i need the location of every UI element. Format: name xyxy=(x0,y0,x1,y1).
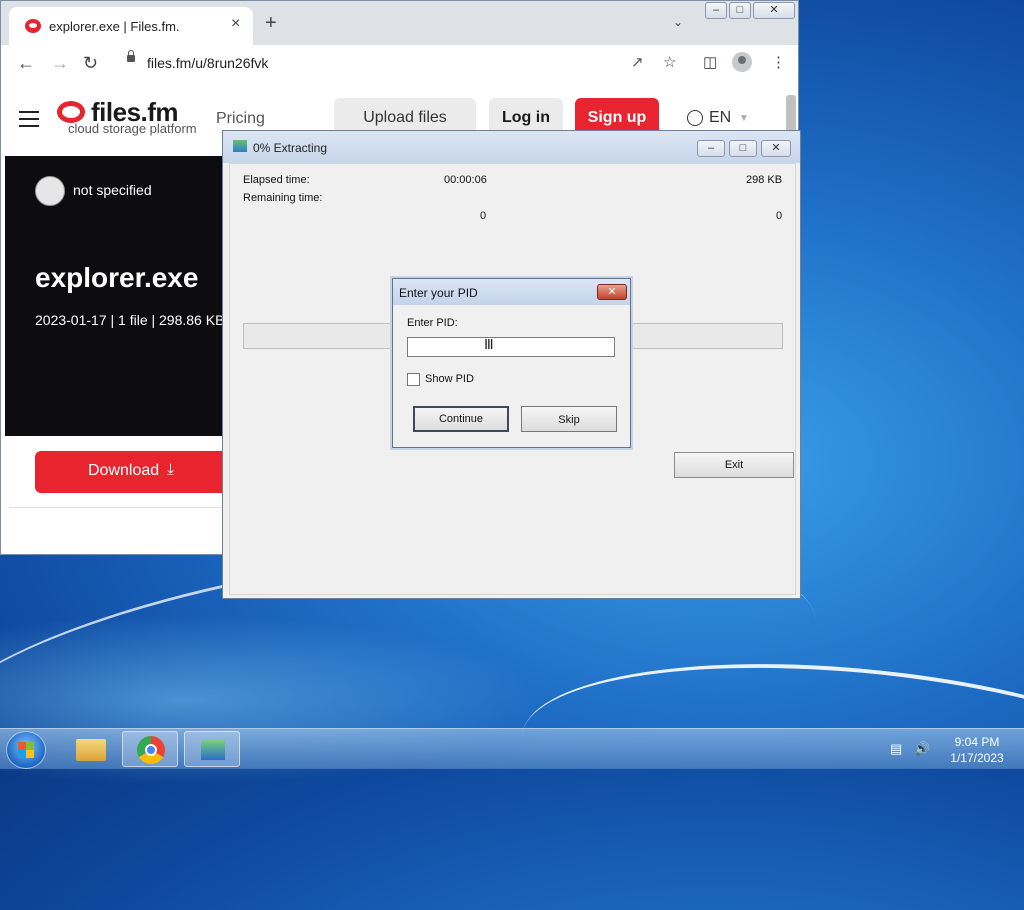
volume-icon[interactable]: 🔊 xyxy=(914,741,930,757)
address-bar[interactable]: files.fm/u/8run26fvk ↗ xyxy=(113,49,661,77)
elapsed-value: 00:00:06 xyxy=(444,174,487,186)
close-button[interactable]: ✕ xyxy=(753,2,795,19)
chrome-icon xyxy=(137,736,165,764)
profile-avatar-icon[interactable] xyxy=(732,52,752,72)
language-selector[interactable]: EN xyxy=(709,109,731,127)
side-panel-icon[interactable]: ◫ xyxy=(703,53,717,71)
tab-strip: explorer.exe | Files.fm. × + ⌄ – □ ✕ xyxy=(1,1,798,45)
file-hero-panel: not specified explorer.exe 2023-01-17 | … xyxy=(5,156,225,436)
download-label: Download xyxy=(88,462,160,479)
back-arrow-icon[interactable]: ← xyxy=(17,53,35,74)
start-button[interactable] xyxy=(6,731,46,769)
show-pid-checkbox[interactable] xyxy=(407,373,420,386)
owner-name: not specified xyxy=(73,182,152,198)
divider xyxy=(9,507,229,508)
close-icon[interactable]: ✕ xyxy=(597,284,627,300)
taskbar-explorer[interactable] xyxy=(62,731,118,767)
installer-icon xyxy=(233,140,247,152)
globe-icon[interactable] xyxy=(687,110,703,126)
installer-icon xyxy=(201,740,225,760)
bookmark-star-icon[interactable]: ☆ xyxy=(663,53,676,71)
reload-icon[interactable]: ↻ xyxy=(83,53,98,74)
count-right: 0 xyxy=(776,210,783,222)
download-button[interactable]: Download ⤓ xyxy=(35,451,235,493)
maximize-button[interactable]: □ xyxy=(729,2,751,19)
chevron-down-icon[interactable]: ▼ xyxy=(739,113,749,124)
forward-arrow-icon[interactable]: → xyxy=(51,53,69,74)
extracting-title: 0% Extracting xyxy=(253,141,328,155)
browser-toolbar: ← → ↻ files.fm/u/8run26fvk ↗ ☆ ◫ ⋮ xyxy=(1,45,798,82)
tab-close-icon[interactable]: × xyxy=(231,15,240,33)
close-button[interactable]: ✕ xyxy=(761,140,791,157)
minimize-button[interactable]: – xyxy=(705,2,727,19)
minimize-button[interactable]: – xyxy=(697,140,725,157)
exit-button[interactable]: Exit xyxy=(674,452,794,478)
size-value: 298 KB xyxy=(746,174,783,186)
continue-button[interactable]: Continue xyxy=(413,406,509,432)
file-meta: 2023-01-17 | 1 file | 298.86 KB xyxy=(35,312,225,328)
pid-field-label: Enter PID: xyxy=(407,317,458,329)
windows-logo-icon xyxy=(18,742,34,758)
share-icon[interactable]: ↗ xyxy=(631,53,644,71)
clock-date: 1/17/2023 xyxy=(950,751,1004,765)
page-scrollbar[interactable] xyxy=(786,95,796,135)
file-name: explorer.exe xyxy=(35,262,199,293)
skip-button[interactable]: Skip xyxy=(521,406,617,432)
url-text: files.fm/u/8run26fvk xyxy=(147,55,269,71)
pricing-link[interactable]: Pricing xyxy=(216,110,265,128)
taskbar-installer[interactable] xyxy=(184,731,240,767)
maximize-button[interactable]: □ xyxy=(729,140,757,157)
browser-tab[interactable]: explorer.exe | Files.fm. × xyxy=(9,7,253,45)
logo-tagline: cloud storage platform xyxy=(68,121,197,136)
filesfm-logo-icon[interactable] xyxy=(57,101,85,123)
tab-title: explorer.exe | Files.fm. xyxy=(49,19,180,34)
taskbar-chrome[interactable] xyxy=(122,731,178,767)
lock-icon xyxy=(127,50,135,62)
pid-dialog: Enter your PID ✕ Enter PID: Ⅲ Show PID C… xyxy=(392,278,631,448)
clock-time: 9:04 PM xyxy=(954,735,1000,749)
text-cursor-icon: Ⅲ xyxy=(484,336,494,352)
remaining-label: Remaining time: xyxy=(243,192,323,204)
taskbar: ▤ 🔊 9:04 PM 1/17/2023 xyxy=(0,728,1024,769)
show-pid-label[interactable]: Show PID xyxy=(425,373,474,385)
hamburger-menu-icon[interactable] xyxy=(19,111,39,132)
pid-dialog-titlebar[interactable]: Enter your PID ✕ xyxy=(393,279,630,305)
pid-dialog-title: Enter your PID xyxy=(399,286,478,300)
extracting-titlebar[interactable]: 0% Extracting – □ ✕ xyxy=(223,131,800,163)
owner-avatar xyxy=(35,176,65,206)
menu-kebab-icon[interactable]: ⋮ xyxy=(771,53,786,71)
clock[interactable]: 9:04 PM 1/17/2023 xyxy=(940,734,1014,766)
pid-input[interactable] xyxy=(407,337,615,357)
elapsed-label: Elapsed time: xyxy=(243,174,310,186)
tab-search-chevron-icon[interactable]: ⌄ xyxy=(673,15,683,29)
filesfm-favicon-icon xyxy=(25,19,41,33)
download-arrow-icon: ⤓ xyxy=(167,461,175,478)
new-tab-button[interactable]: + xyxy=(265,13,277,33)
count-left: 0 xyxy=(480,210,487,222)
network-icon[interactable]: ▤ xyxy=(890,741,902,757)
folder-icon xyxy=(76,739,106,761)
